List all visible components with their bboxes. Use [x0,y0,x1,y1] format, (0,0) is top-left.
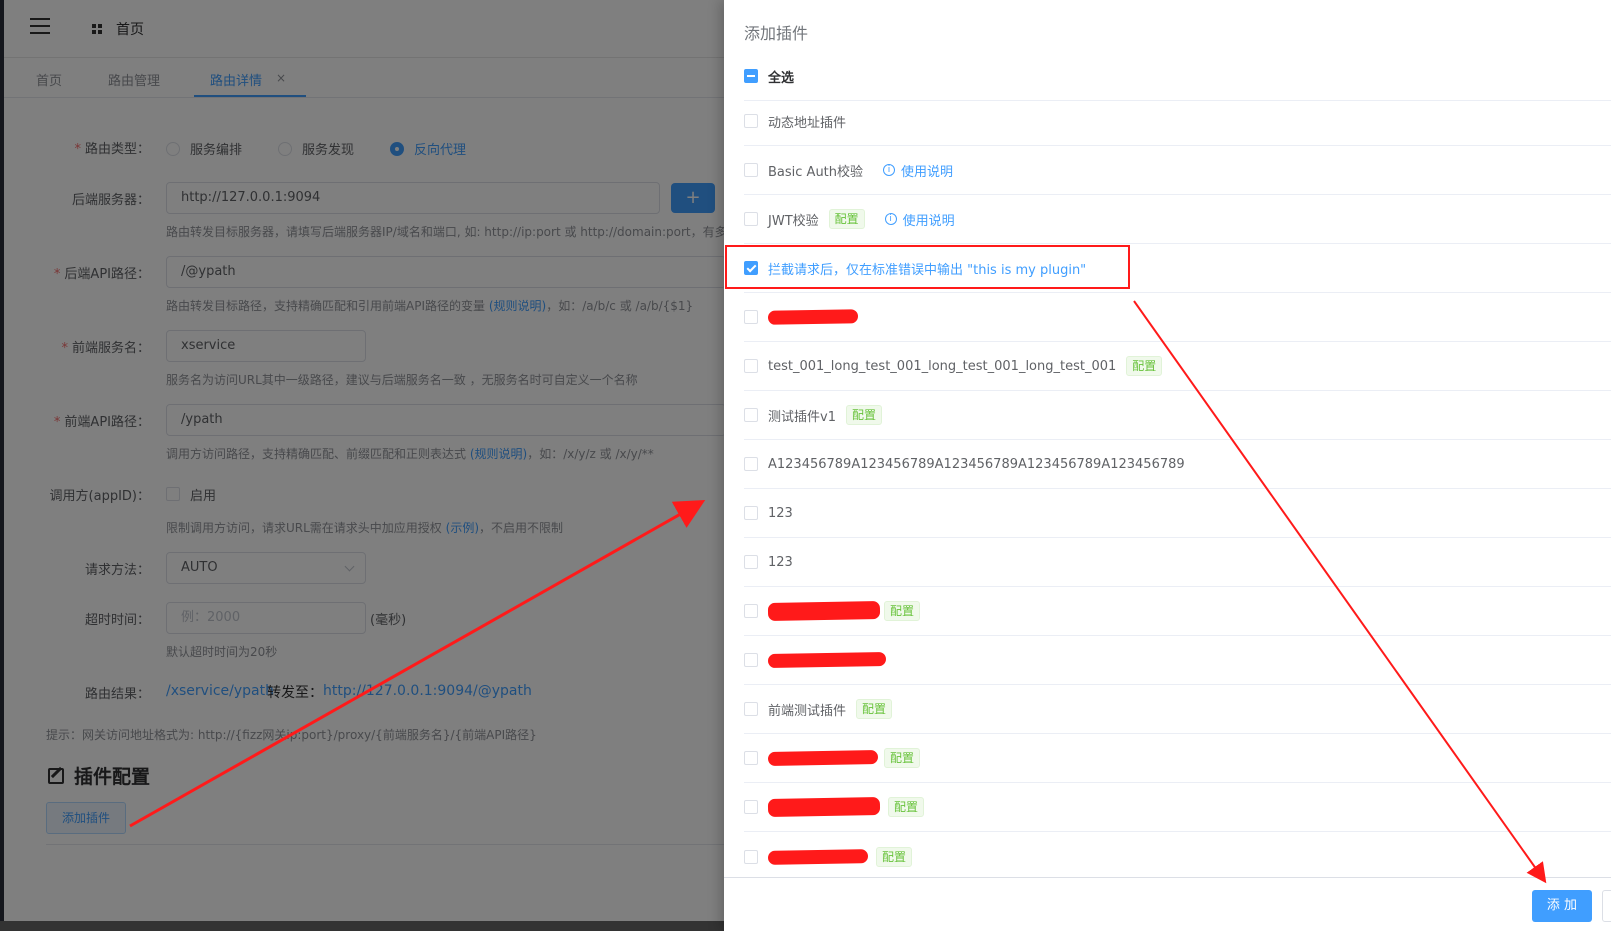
usage-link[interactable]: i 使用说明 [883,161,953,180]
drawer-footer: 添 加 [724,877,1611,931]
config-tag: 配置 [856,699,893,719]
redacted-name [767,651,887,669]
add-button[interactable]: 添 加 [1532,890,1592,922]
plugin-name: Basic Auth校验 [768,164,864,180]
usage-link[interactable]: i 使用说明 [884,210,955,229]
redacted-name [767,848,869,865]
select-all-checkbox[interactable] [744,69,758,83]
plugin-row[interactable]: A123456789A123456789A123456789A123456789… [744,440,1611,489]
config-tag: 配置 [884,601,921,621]
plugin-row[interactable]: Basic Auth校验 i 使用说明 [744,146,1611,195]
plugin-checkbox[interactable] [744,604,758,618]
info-icon: i [883,164,896,176]
annotation-highlight-box [725,245,1130,289]
plugin-checkbox[interactable] [744,310,758,324]
plugin-row[interactable]: 测试插件v1 配置 [744,391,1611,440]
plugin-row[interactable]: test_001_long_test_001_long_test_001_lon… [744,342,1611,391]
plugin-checkbox[interactable] [744,163,758,177]
plugin-checkbox[interactable] [744,555,758,569]
select-all-label: 全选 [768,70,795,86]
modal-overlay[interactable] [0,0,724,931]
plugin-checkbox[interactable] [744,653,758,667]
plugin-checkbox[interactable] [744,506,758,520]
plugin-row[interactable]: 配置 [744,734,1611,783]
add-plugin-drawer: 添加插件 全选 动态地址插件 Basic Auth校验 i 使用说明 JWT校验 … [724,0,1611,931]
plugin-row[interactable]: 123 [744,538,1611,587]
plugin-name: A123456789A123456789A123456789A123456789… [768,456,1185,472]
plugin-checkbox[interactable] [744,849,758,864]
plugin-checkbox[interactable] [744,751,758,765]
info-icon: i [884,213,897,225]
plugin-checkbox[interactable] [744,800,758,814]
plugin-checkbox[interactable] [744,114,758,128]
redacted-name [767,601,881,621]
cancel-button[interactable] [1602,890,1611,922]
plugin-row[interactable]: 配置 [744,832,1611,881]
plugin-checkbox[interactable] [744,702,758,716]
redacted-name [767,309,859,325]
plugin-row[interactable]: JWT校验 配置 i 使用说明 [744,195,1611,244]
plugin-row[interactable]: 配置 [744,587,1611,636]
config-tag: 配置 [876,846,913,867]
plugin-row[interactable] [744,293,1611,342]
plugin-checkbox[interactable] [744,408,758,422]
plugin-name: 123 [768,505,793,521]
plugin-name: JWT校验 [768,213,819,229]
select-all-row[interactable]: 全选 [744,52,1611,101]
plugin-checkbox[interactable] [744,212,758,226]
drawer-title: 添加插件 [744,24,809,43]
plugin-row[interactable]: 前端测试插件 配置 [744,685,1611,734]
plugin-row[interactable]: 配置 [744,783,1611,832]
config-tag: 配置 [888,797,925,817]
plugin-name: 123 [768,554,793,570]
plugin-name: 测试插件v1 [768,409,836,425]
plugin-name: 前端测试插件 [768,703,847,719]
plugin-checkbox[interactable] [744,359,758,373]
redacted-name [767,797,881,817]
route-detail-page: 首页 首页 路由管理 路由详情 × *路由类型： 服务编排 服务发现 反向代理 … [0,0,724,931]
plugin-row[interactable]: 动态地址插件 [744,97,1611,146]
config-tag: 配置 [845,405,882,425]
config-tag: 配置 [884,748,921,768]
config-tag: 配置 [828,209,865,229]
plugin-name: 动态地址插件 [768,115,847,131]
plugin-row[interactable]: 123 [744,489,1611,538]
bottom-edge [0,921,724,931]
redacted-name [767,750,879,766]
plugin-name: test_001_long_test_001_long_test_001_lon… [768,358,1117,374]
config-tag: 配置 [1126,356,1163,376]
plugin-row[interactable] [744,636,1611,685]
plugin-checkbox[interactable] [744,457,758,471]
